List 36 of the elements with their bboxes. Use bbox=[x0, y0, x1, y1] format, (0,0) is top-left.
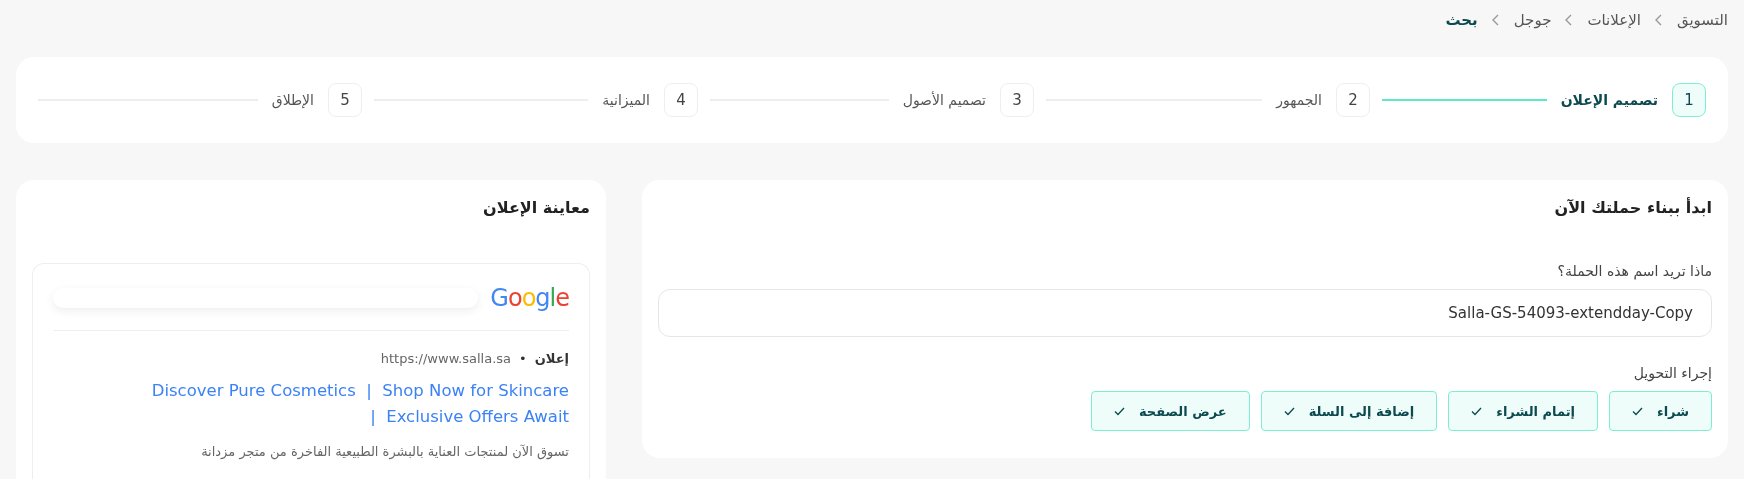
step-number[interactable]: 4 bbox=[664, 83, 698, 117]
separator-dot: • bbox=[519, 351, 527, 366]
chevron-icon bbox=[1491, 14, 1500, 26]
form-title: ابدأ ببناء حملتك الآن bbox=[1553, 198, 1712, 217]
conversion-chip[interactable]: عرض الصفحة bbox=[1090, 391, 1250, 431]
search-logo: Google bbox=[490, 284, 569, 312]
breadcrumb-link[interactable]: الإعلانات bbox=[1587, 11, 1641, 29]
ad-description: تسوق الآن لمنتجات العناية بالبشرة الطبيعية الفاخرة من متجر مزدانة bbox=[200, 444, 569, 459]
check-icon bbox=[1113, 406, 1125, 416]
field-label: ماذا تريد اسم هذه الحملة؟ bbox=[1556, 263, 1712, 279]
step-number[interactable]: 5 bbox=[328, 83, 362, 117]
step-number[interactable]: 1 bbox=[1672, 83, 1706, 117]
breadcrumb-link[interactable]: التسويق bbox=[1676, 11, 1728, 29]
field-label: إجراء التحويل bbox=[1632, 365, 1712, 381]
preview-title: معاينة الإعلان bbox=[482, 198, 590, 217]
step-number[interactable]: 3 bbox=[1000, 83, 1034, 117]
check-icon bbox=[1471, 406, 1483, 416]
chevron-icon bbox=[1565, 14, 1574, 26]
step-label[interactable]: تصميم الأصول bbox=[902, 92, 986, 108]
step-label[interactable]: تصميم الإعلان bbox=[1560, 92, 1658, 108]
conversion-chip[interactable]: شراء bbox=[1609, 391, 1712, 431]
conversion-chip[interactable]: إتمام الشراء bbox=[1448, 391, 1598, 431]
ad-label: إعلان bbox=[534, 351, 569, 366]
chevron-icon bbox=[1654, 14, 1663, 26]
step-label[interactable]: الإطلاق bbox=[271, 92, 314, 108]
ad-url: https://www.salla.sa bbox=[380, 351, 511, 366]
current-breadcrumb[interactable]: بحث bbox=[1445, 11, 1478, 29]
step-label[interactable]: الجمهور bbox=[1276, 92, 1322, 108]
step-number[interactable]: 2 bbox=[1336, 83, 1370, 117]
breadcrumb-link[interactable]: جوجل bbox=[1513, 11, 1552, 29]
conversion-chip[interactable]: إضافة إلى السلة bbox=[1260, 391, 1438, 431]
check-icon bbox=[1632, 406, 1643, 416]
check-icon bbox=[1283, 406, 1295, 416]
ad-headline[interactable]: Discover Pure Cosmetics | Shop Now for Skincare | Exclusive Offers Await bbox=[53, 378, 569, 430]
campaign-name-field[interactable]: Salla-GS-54093-extendday-Copy bbox=[658, 289, 1712, 337]
step-label[interactable]: الميزانية bbox=[602, 92, 650, 108]
